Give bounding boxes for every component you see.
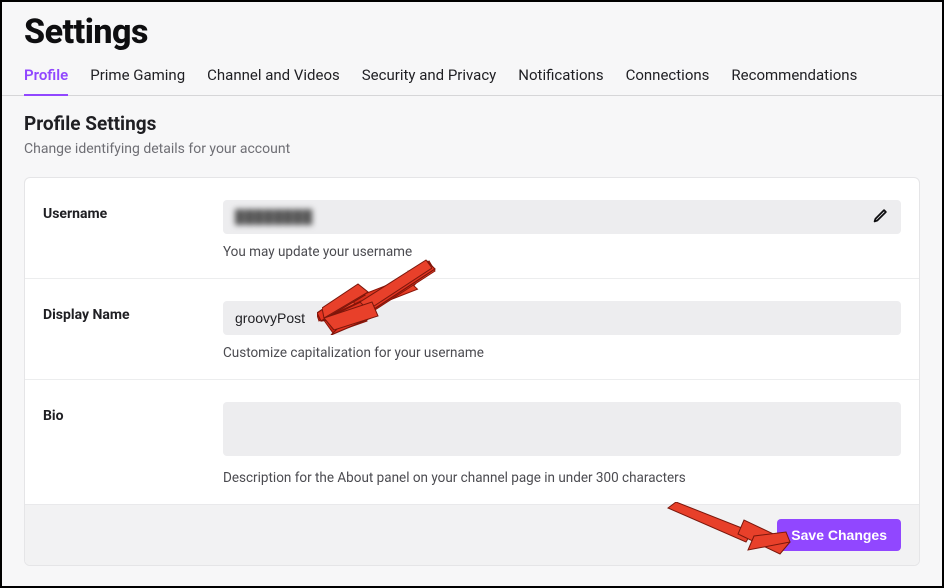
display-name-label: Display Name (43, 301, 223, 361)
tab-channel-videos[interactable]: Channel and Videos (207, 66, 340, 95)
card-footer: Save Changes (25, 504, 919, 565)
tab-connections[interactable]: Connections (626, 66, 710, 95)
section-description: Change identifying details for your acco… (24, 141, 920, 157)
username-help: You may update your username (223, 244, 901, 260)
settings-tabs: Profile Prime Gaming Channel and Videos … (2, 52, 942, 96)
display-name-input[interactable] (235, 301, 893, 335)
save-changes-button[interactable]: Save Changes (777, 519, 901, 551)
edit-username-button[interactable] (867, 203, 893, 232)
display-name-help: Customize capitalization for your userna… (223, 345, 901, 361)
tab-profile[interactable]: Profile (24, 66, 68, 96)
bio-label: Bio (43, 402, 223, 486)
username-label: Username (43, 200, 223, 260)
username-value-blurred: ████████ (235, 209, 313, 225)
bio-help: Description for the About panel on your … (223, 470, 901, 486)
section-title: Profile Settings (24, 112, 920, 135)
tab-notifications[interactable]: Notifications (518, 66, 603, 95)
page-title: Settings (24, 12, 920, 52)
username-row: Username ████████ You may update your us… (25, 178, 919, 279)
tab-prime-gaming[interactable]: Prime Gaming (90, 66, 185, 95)
pencil-icon (871, 207, 889, 228)
tab-security-privacy[interactable]: Security and Privacy (362, 66, 497, 95)
bio-row: Bio Description for the About panel on y… (25, 380, 919, 504)
display-name-row: Display Name Customize capitalization fo… (25, 279, 919, 380)
tab-recommendations[interactable]: Recommendations (731, 66, 857, 95)
profile-settings-card: Username ████████ You may update your us… (24, 177, 920, 566)
bio-textarea[interactable] (223, 402, 901, 456)
username-input-wrap: ████████ (223, 200, 901, 234)
